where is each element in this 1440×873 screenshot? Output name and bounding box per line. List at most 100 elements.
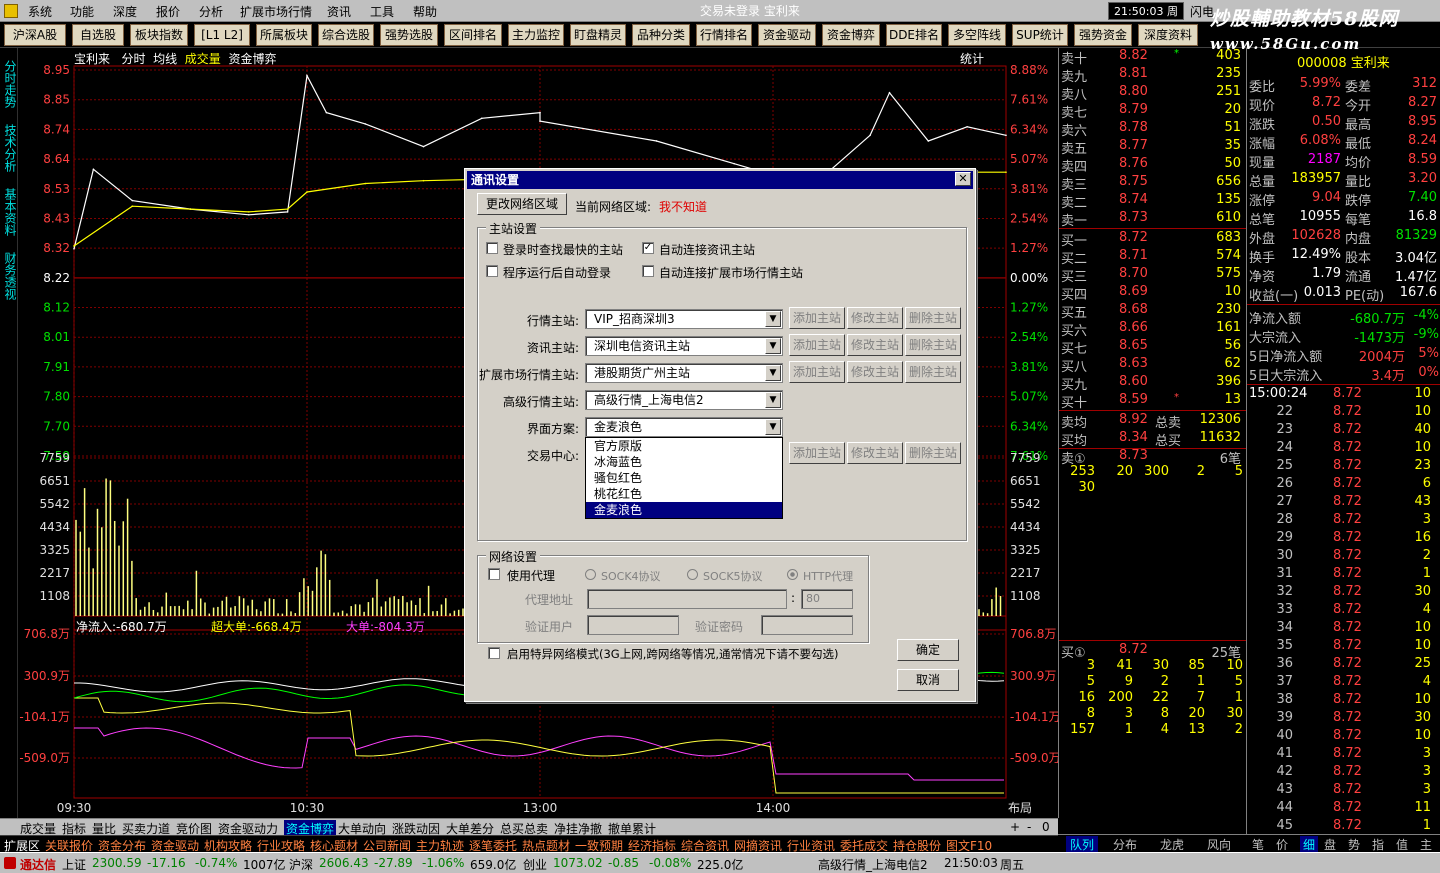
edit-station-button[interactable]: 修改主站 xyxy=(847,442,903,464)
chart-item-capital[interactable]: 资金博弈 xyxy=(228,52,276,66)
quote-tab[interactable]: 价 xyxy=(1276,836,1288,853)
special-network-checkbox[interactable] xyxy=(488,647,500,659)
orderbook-price[interactable]: 8.71 xyxy=(1119,248,1148,267)
menu-quote[interactable]: 报价 xyxy=(156,3,180,20)
orderbook-tab[interactable]: 分布 xyxy=(1113,836,1137,853)
toolbar-button[interactable]: SUP统计 xyxy=(1012,24,1068,46)
close-icon[interactable]: ✕ xyxy=(955,172,971,186)
orderbook-price[interactable]: 8.73 xyxy=(1119,210,1148,229)
orderbook-price[interactable]: 8.59 xyxy=(1119,392,1148,411)
add-station-button[interactable]: 添加主站 xyxy=(789,442,845,464)
socks5-radio[interactable] xyxy=(687,569,698,580)
http-proxy-radio[interactable] xyxy=(787,569,798,580)
scheme-option[interactable]: 官方原版 xyxy=(586,438,782,454)
orderbook-price[interactable]: 8.72 xyxy=(1119,230,1148,249)
orderbook-tab[interactable]: 风向 xyxy=(1207,836,1231,853)
chart-item-volume[interactable]: 成交量 xyxy=(185,52,221,66)
menu-function[interactable]: 功能 xyxy=(70,3,94,20)
side-tab-basic-info[interactable]: 基本资料 xyxy=(2,182,17,242)
orderbook-price[interactable]: 8.82 xyxy=(1119,48,1148,67)
orderbook-price[interactable]: 8.79 xyxy=(1119,102,1148,121)
status-server[interactable]: 高级行情_上海电信2 xyxy=(818,856,928,873)
auto-connect-news-checkbox[interactable]: ✓ xyxy=(642,242,654,254)
orderbook-price[interactable]: 8.69 xyxy=(1119,284,1148,303)
station-select[interactable]: 港股期货广州主站 ▼ xyxy=(585,363,783,383)
toolbar-button[interactable]: 区间排名 xyxy=(444,24,502,46)
orderbook-price[interactable]: 8.60 xyxy=(1119,374,1148,393)
toolbar-button[interactable]: 强势选股 xyxy=(380,24,438,46)
station-select[interactable]: 深圳电信资讯主站 ▼ xyxy=(585,336,783,356)
quote-tab[interactable]: 指 xyxy=(1372,836,1384,853)
delete-station-button[interactable]: 删除主站 xyxy=(905,307,961,329)
quote-tab[interactable]: 笔 xyxy=(1252,836,1264,853)
toolbar-button[interactable]: 所属板块 xyxy=(256,24,312,46)
proxy-password-input[interactable] xyxy=(761,615,853,635)
menu-ext-market[interactable]: 扩展市场行情 xyxy=(240,3,312,20)
toolbar-button[interactable]: 强势资金 xyxy=(1074,24,1132,46)
chart-stats-button[interactable]: 统计 xyxy=(960,50,984,67)
orderbook-price[interactable]: 8.75 xyxy=(1119,174,1148,193)
side-tab-technical[interactable]: 技术分析 xyxy=(2,118,17,178)
toolbar-button[interactable]: 品种分类 xyxy=(632,24,690,46)
orderbook-price[interactable]: 8.74 xyxy=(1119,192,1148,211)
zoom-button[interactable]: + xyxy=(1010,820,1020,834)
orderbook-price[interactable]: 8.68 xyxy=(1119,302,1148,321)
quote-tab[interactable]: 势 xyxy=(1348,836,1360,853)
orderbook-price[interactable]: 8.77 xyxy=(1119,138,1148,157)
chart-item-intraday[interactable]: 分时 xyxy=(121,52,145,66)
chevron-down-icon[interactable]: ▼ xyxy=(765,365,781,381)
auto-login-checkbox[interactable] xyxy=(486,265,498,277)
station-select[interactable]: 金麦浪色 ▼ xyxy=(585,417,783,437)
ok-button[interactable]: 确定 xyxy=(897,639,959,661)
toolbar-button[interactable]: 多空阵线 xyxy=(948,24,1006,46)
toolbar-button[interactable]: 综合选股 xyxy=(318,24,374,46)
toolbar-button[interactable]: 盯盘精灵 xyxy=(570,24,626,46)
delete-station-button[interactable]: 删除主站 xyxy=(905,361,961,383)
menu-news[interactable]: 资讯 xyxy=(327,3,351,20)
delete-station-button[interactable]: 删除主站 xyxy=(905,334,961,356)
scheme-option[interactable]: 桃花红色 xyxy=(586,486,782,502)
quote-tab[interactable]: 细 xyxy=(1300,836,1319,853)
edit-station-button[interactable]: 修改主站 xyxy=(847,307,903,329)
station-select[interactable]: 高级行情_上海电信2 ▼ xyxy=(585,390,783,410)
scheme-option[interactable]: 冰海蓝色 xyxy=(586,454,782,470)
toolbar-button[interactable]: 主力监控 xyxy=(508,24,564,46)
orderbook-price[interactable]: 8.63 xyxy=(1119,356,1148,375)
proxy-address-input[interactable] xyxy=(587,589,787,609)
toolbar-button[interactable]: 资金驱动 xyxy=(758,24,816,46)
toolbar-button[interactable]: [L1 L2] xyxy=(194,24,250,46)
toolbar-button[interactable]: 自选股 xyxy=(72,24,124,46)
orderbook-price[interactable]: 8.70 xyxy=(1119,266,1148,285)
menu-help[interactable]: 帮助 xyxy=(413,3,437,20)
toolbar-button[interactable]: 资金博弈 xyxy=(822,24,880,46)
menu-system[interactable]: 系统 xyxy=(28,3,52,20)
delete-station-button[interactable]: 删除主站 xyxy=(905,442,961,464)
zoom-button[interactable]: 0 xyxy=(1042,820,1050,834)
toolbar-button[interactable]: 板块指数 xyxy=(130,24,188,46)
chart-item-avg[interactable]: 均线 xyxy=(153,52,177,66)
quote-tab[interactable]: 值 xyxy=(1396,836,1408,853)
chevron-down-icon[interactable]: ▼ xyxy=(765,311,781,327)
station-select[interactable]: VIP_招商深圳3 ▼ xyxy=(585,309,783,329)
zoom-button[interactable]: - xyxy=(1027,820,1031,834)
toolbar-button[interactable]: DDE排名 xyxy=(886,24,942,46)
orderbook-price[interactable]: 8.81 xyxy=(1119,66,1148,85)
menu-depth[interactable]: 深度 xyxy=(113,3,137,20)
orderbook-price[interactable]: 8.76 xyxy=(1119,156,1148,175)
scheme-option[interactable]: 骚包红色 xyxy=(586,470,782,486)
layout-button[interactable]: 布局 xyxy=(1008,801,1032,815)
orderbook-price[interactable]: 8.78 xyxy=(1119,120,1148,139)
add-station-button[interactable]: 添加主站 xyxy=(789,334,845,356)
find-fastest-checkbox[interactable] xyxy=(486,242,498,254)
add-station-button[interactable]: 添加主站 xyxy=(789,361,845,383)
scheme-option[interactable]: 金麦浪色 xyxy=(586,502,782,518)
orderbook-price[interactable]: 8.80 xyxy=(1119,84,1148,103)
change-region-button[interactable]: 更改网络区域 xyxy=(477,193,567,215)
orderbook-tab[interactable]: 龙虎 xyxy=(1160,836,1184,853)
orderbook-price[interactable]: 8.65 xyxy=(1119,338,1148,357)
orderbook-price[interactable]: 8.66 xyxy=(1119,320,1148,339)
edit-station-button[interactable]: 修改主站 xyxy=(847,361,903,383)
cancel-button[interactable]: 取消 xyxy=(897,669,959,691)
proxy-port-input[interactable]: 80 xyxy=(801,589,853,609)
scheme-dropdown-list[interactable]: 官方原版 冰海蓝色 骚包红色 桃花红色 金麦浪色 xyxy=(585,437,783,519)
